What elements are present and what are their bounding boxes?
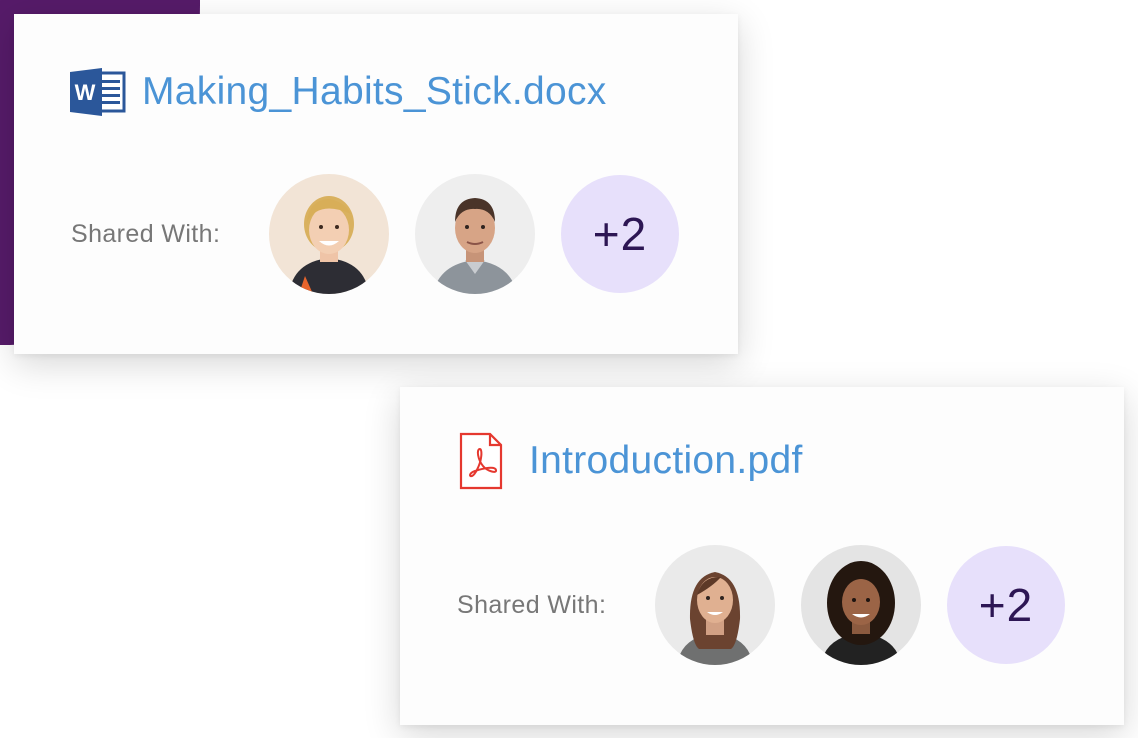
more-shared-users-badge[interactable]: +2 (947, 546, 1065, 664)
avatar-man-dark-hair[interactable] (415, 174, 535, 294)
file-share-card[interactable]: W Making_Habits_Stick.docx Shared With: (14, 14, 738, 354)
file-name[interactable]: Making_Habits_Stick.docx (142, 70, 607, 114)
pdf-document-icon (457, 431, 505, 491)
avatar-woman-curly-hair[interactable] (801, 545, 921, 665)
shared-with-row: Shared With: +2 (71, 174, 679, 294)
shared-with-label: Shared With: (457, 590, 607, 619)
avatar-brunette-woman[interactable] (655, 545, 775, 665)
shared-with-label: Shared With: (71, 219, 221, 248)
svg-text:W: W (75, 80, 96, 105)
file-title-row: Introduction.pdf (457, 431, 803, 491)
word-document-icon: W (70, 64, 126, 120)
file-title-row: W Making_Habits_Stick.docx (70, 64, 607, 120)
file-name[interactable]: Introduction.pdf (529, 439, 803, 483)
shared-with-row: Shared With: +2 (457, 545, 1065, 665)
file-share-card[interactable]: Introduction.pdf Shared With: +2 (400, 387, 1124, 725)
more-shared-users-badge[interactable]: +2 (561, 175, 679, 293)
avatar-blonde-woman[interactable] (269, 174, 389, 294)
